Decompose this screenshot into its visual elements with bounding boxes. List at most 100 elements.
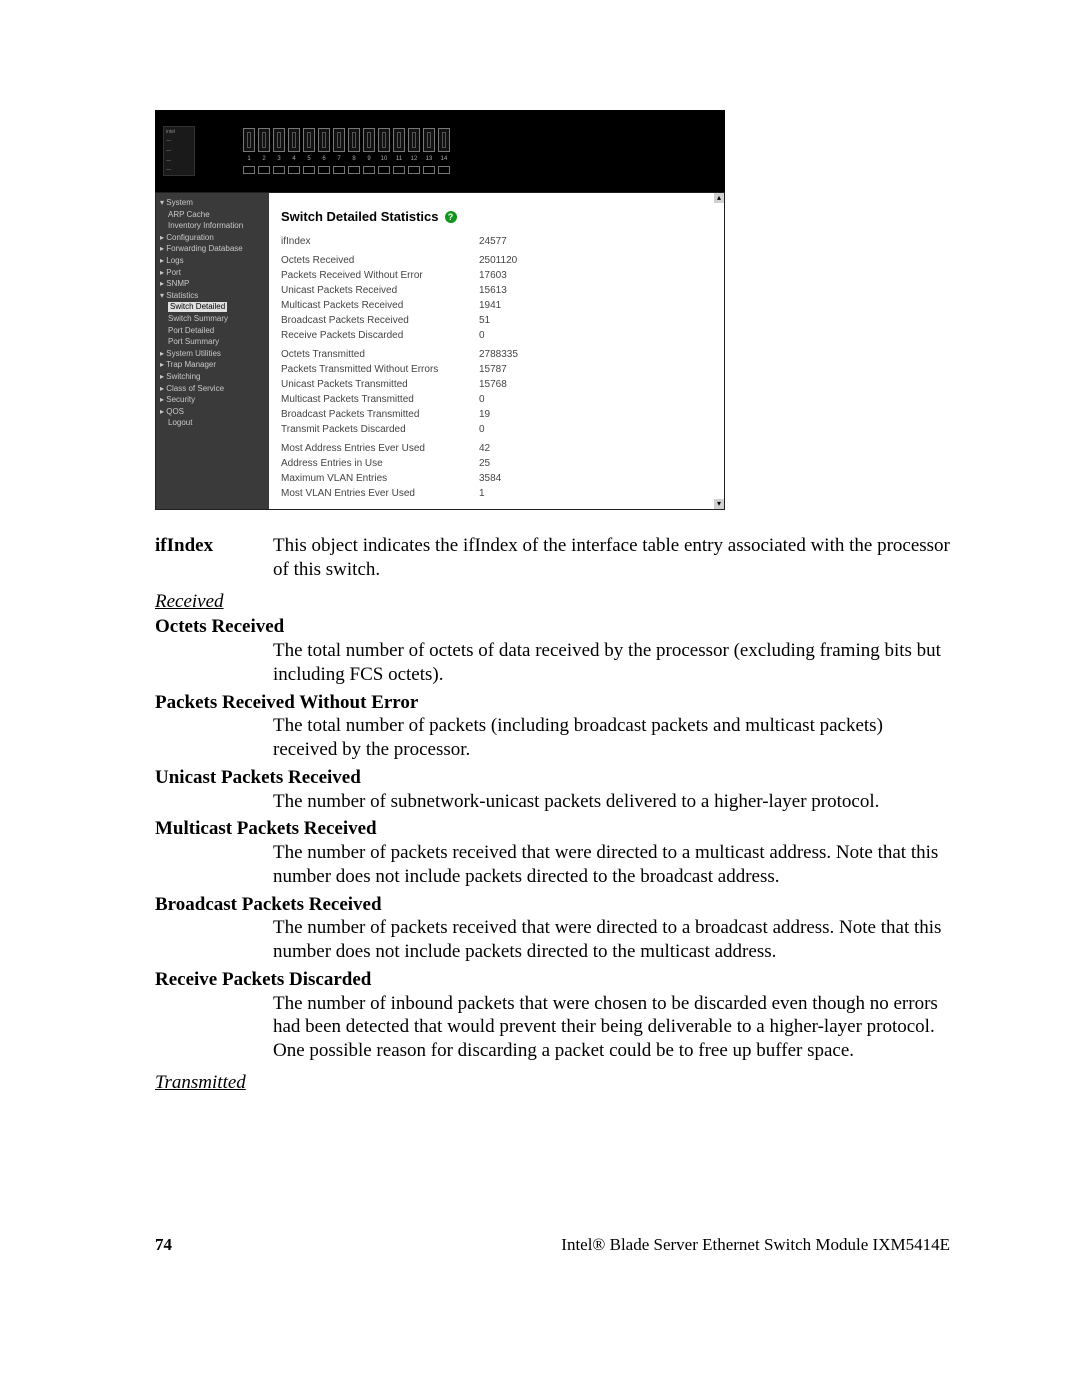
stat-value: 19 <box>479 407 518 422</box>
port-slot <box>348 128 360 152</box>
nav-tree[interactable]: ▾ SystemARP CacheInventory Information▸ … <box>156 193 269 509</box>
port-number: 11 <box>393 156 405 162</box>
nav-item[interactable]: ▸ Trap Manager <box>158 359 267 371</box>
switch-ui-screenshot: intel———— 1234567891011121314 ▾ SystemAR… <box>155 110 725 510</box>
nav-item[interactable]: ▸ Port <box>158 267 267 279</box>
stat-label: Multicast Packets Received <box>281 298 479 313</box>
nav-item[interactable]: Port Summary <box>158 336 267 348</box>
port-slot <box>378 128 390 152</box>
stat-value: 3584 <box>479 471 518 486</box>
nav-item[interactable]: ▸ Logs <box>158 255 267 267</box>
stat-label: Packets Transmitted Without Errors <box>281 362 479 377</box>
port-indicator <box>303 166 315 174</box>
nav-item[interactable]: ▸ Configuration <box>158 232 267 244</box>
port-slot <box>258 128 270 152</box>
stat-label: Packets Received Without Error <box>281 268 479 283</box>
port-number: 13 <box>423 156 435 162</box>
stat-label: Address Entries in Use <box>281 456 479 471</box>
nav-item[interactable]: ▸ Class of Service <box>158 383 267 395</box>
nav-item[interactable]: Logout <box>158 417 267 429</box>
stat-value: 15768 <box>479 377 518 392</box>
nav-item[interactable]: ▸ QOS <box>158 406 267 418</box>
port-slot <box>393 128 405 152</box>
stat-label: Most Address Entries Ever Used <box>281 441 479 456</box>
definition-desc: The number of packets received that were… <box>273 841 950 889</box>
port-slot <box>303 128 315 152</box>
nav-item[interactable]: Inventory Information <box>158 220 267 232</box>
stat-value: 15613 <box>479 283 518 298</box>
port-indicator <box>408 166 420 174</box>
nav-item[interactable]: ARP Cache <box>158 209 267 221</box>
help-icon[interactable]: ? <box>445 211 457 223</box>
stat-value: 51 <box>479 313 518 328</box>
ifindex-desc: This object indicates the ifIndex of the… <box>273 534 950 582</box>
nav-item[interactable]: ▸ System Utilities <box>158 348 267 360</box>
nav-item[interactable]: ▾ System <box>158 197 267 209</box>
port-indicator <box>438 166 450 174</box>
stat-label: Broadcast Packets Transmitted <box>281 407 479 422</box>
scrollbar-up-icon[interactable]: ▴ <box>714 193 724 203</box>
port-indicator <box>258 166 270 174</box>
stat-value: 24577 <box>479 234 518 249</box>
port-slot <box>243 128 255 152</box>
port-slot <box>288 128 300 152</box>
nav-item[interactable]: ▾ Statistics <box>158 290 267 302</box>
port-number: 9 <box>363 156 375 162</box>
stat-label: Transmit Packets Discarded <box>281 422 479 437</box>
port-number: 1 <box>243 156 255 162</box>
definition-term: Octets Received <box>155 615 950 639</box>
definition-desc: The total number of octets of data recei… <box>273 639 950 687</box>
nav-item[interactable]: Switch Detailed <box>158 301 267 313</box>
nav-item[interactable]: ▸ Switching <box>158 371 267 383</box>
port-indicator <box>378 166 390 174</box>
port-number: 2 <box>258 156 270 162</box>
port-slot <box>423 128 435 152</box>
port-indicator <box>333 166 345 174</box>
port-number: 5 <box>303 156 315 162</box>
nav-item[interactable]: ▸ Security <box>158 394 267 406</box>
panel-title: Switch Detailed Statistics ? <box>281 209 716 224</box>
stat-value: 2501120 <box>479 253 518 268</box>
port-slot <box>438 128 450 152</box>
definition-term: Unicast Packets Received <box>155 766 950 790</box>
page-footer: 74 Intel® Blade Server Ethernet Switch M… <box>155 1235 950 1255</box>
stat-value: 0 <box>479 392 518 407</box>
port-number: 10 <box>378 156 390 162</box>
definition-term: Receive Packets Discarded <box>155 968 950 992</box>
stats-table: ifIndex24577Octets Received2501120Packet… <box>281 234 518 501</box>
stat-value: 1 <box>479 486 518 501</box>
port-indicator <box>363 166 375 174</box>
nav-item[interactable]: ▸ Forwarding Database <box>158 243 267 255</box>
port-number: 3 <box>273 156 285 162</box>
port-slot <box>333 128 345 152</box>
stat-label: Broadcast Packets Received <box>281 313 479 328</box>
port-slot <box>363 128 375 152</box>
stat-label: Multicast Packets Transmitted <box>281 392 479 407</box>
stat-label: Receive Packets Discarded <box>281 328 479 343</box>
definition-desc: The number of subnetwork-unicast packets… <box>273 790 950 814</box>
port-indicator <box>318 166 330 174</box>
stat-value: 2788335 <box>479 347 518 362</box>
stat-label: Unicast Packets Received <box>281 283 479 298</box>
transmitted-heading: Transmitted <box>155 1071 950 1095</box>
port-number: 7 <box>333 156 345 162</box>
nav-item[interactable]: Switch Summary <box>158 313 267 325</box>
stat-label: ifIndex <box>281 234 479 249</box>
port-indicator <box>243 166 255 174</box>
port-indicator <box>423 166 435 174</box>
definition-desc: The number of inbound packets that were … <box>273 992 950 1063</box>
stat-value: 1941 <box>479 298 518 313</box>
nav-item[interactable]: ▸ SNMP <box>158 278 267 290</box>
port-number: 6 <box>318 156 330 162</box>
port-slot <box>318 128 330 152</box>
stat-label: Most VLAN Entries Ever Used <box>281 486 479 501</box>
page-number: 74 <box>155 1235 172 1255</box>
scrollbar-down-icon[interactable]: ▾ <box>714 499 724 509</box>
stat-value: 25 <box>479 456 518 471</box>
port-number: 12 <box>408 156 420 162</box>
stat-value: 0 <box>479 422 518 437</box>
nav-item[interactable]: Port Detailed <box>158 325 267 337</box>
device-badge: intel———— <box>163 126 195 176</box>
stat-label: Unicast Packets Transmitted <box>281 377 479 392</box>
stat-value: 15787 <box>479 362 518 377</box>
